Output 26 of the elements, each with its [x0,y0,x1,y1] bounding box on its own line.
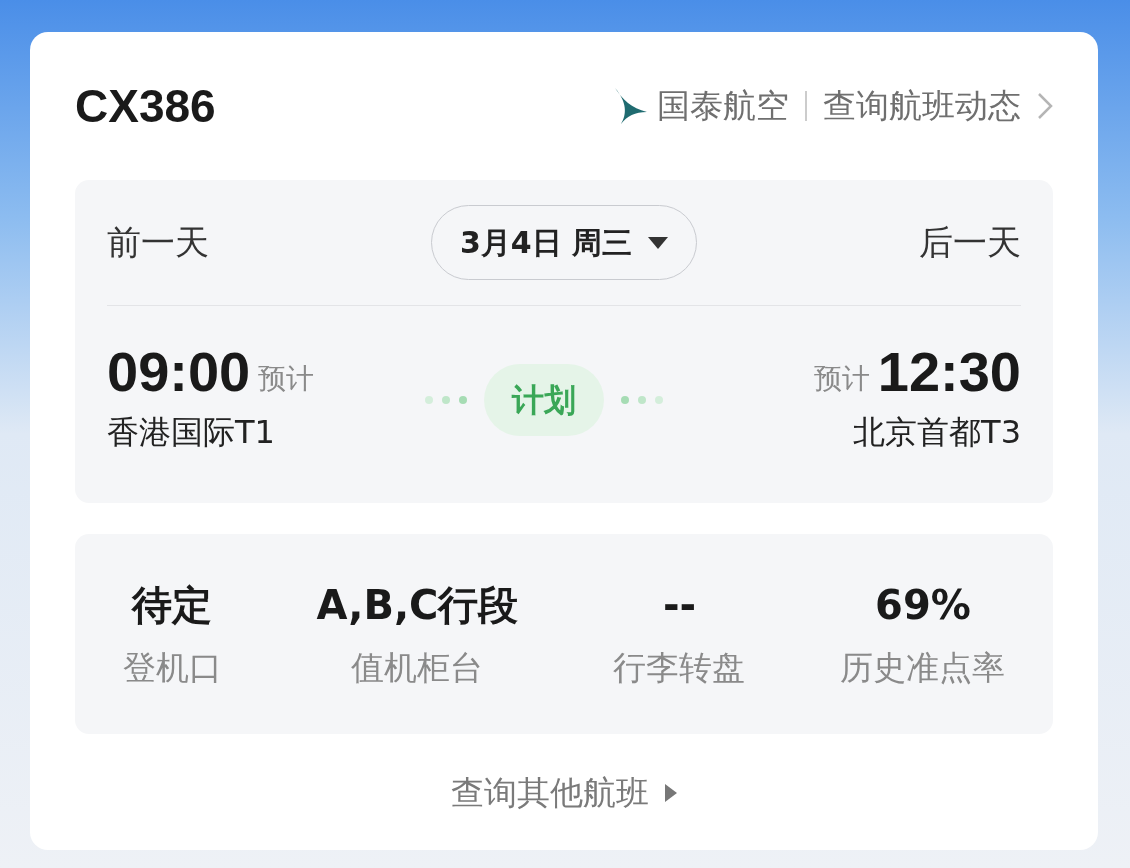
next-day-link[interactable]: 后一天 [919,217,1021,268]
info-value: A,B,C行段 [315,581,520,631]
info-label: 行李转盘 [612,647,747,690]
arrival-airport: 北京首都T3 [852,412,1021,453]
departure-airport: 香港国际T1 [107,412,276,453]
airline-name: 国泰航空 [657,85,789,128]
info-value: 69% [874,581,972,631]
flight-number: CX386 [75,78,216,134]
info-label: 登机口 [121,647,223,690]
arrival-time: 12:30 [877,344,1021,400]
info-value: -- [661,581,698,631]
dots-icon [620,395,664,405]
time-label: 预计 [258,361,315,397]
info-label: 值机柜台 [350,647,485,690]
departure-time: 09:00 [107,344,251,400]
status-badge: 计划 [484,364,604,436]
chevron-icon [1037,92,1053,120]
time-label: 预计 [813,361,870,397]
info-label: 历史准点率 [839,647,1007,690]
info-value: 待定 [130,581,213,631]
dots-icon [424,395,468,405]
dropdown-caret-icon [648,236,669,249]
other-flights-link[interactable]: 查询其他航班 [451,768,677,818]
previous-day-link[interactable]: 前一天 [107,217,209,268]
triangle-right-icon [665,783,677,802]
flight-status-link[interactable]: 查询航班动态 [823,81,1053,131]
